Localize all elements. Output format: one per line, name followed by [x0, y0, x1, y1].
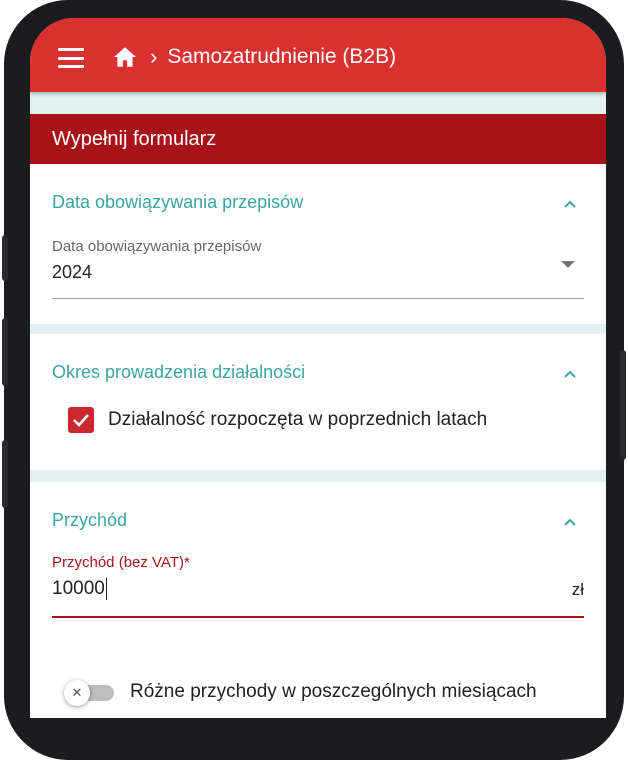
breadcrumb-separator: › — [150, 44, 158, 69]
dropdown-arrow-icon[interactable] — [560, 258, 576, 270]
phone-side-button — [2, 235, 8, 281]
regulations-field-label: Data obowiązywania przepisów — [52, 238, 262, 255]
phone-side-button — [2, 318, 8, 386]
previous-years-checkbox[interactable] — [68, 407, 94, 433]
monthly-income-toggle-label[interactable]: Różne przychody w poszczególnych miesiąc… — [130, 681, 537, 703]
phone-frame: › Samozatrudnienie (B2B) Wypełnij formul… — [2, 0, 626, 760]
income-input-value: 10000 — [52, 578, 105, 600]
hamburger-menu-icon[interactable] — [58, 42, 84, 68]
phone-side-button — [2, 440, 8, 508]
toggle-off-icon[interactable]: ✕ — [64, 680, 90, 706]
income-field-label: Przychód (bez VAT)* — [52, 554, 190, 571]
regulations-section: Data obowiązywania przepisów Data obowią… — [30, 164, 606, 324]
chevron-up-icon[interactable] — [562, 514, 578, 530]
currency-unit: zł — [571, 580, 584, 599]
income-section-title[interactable]: Przychód — [52, 510, 127, 531]
regulations-field-underline — [52, 298, 584, 299]
previous-years-checkbox-label[interactable]: Działalność rozpoczęta w poprzednich lat… — [108, 409, 487, 431]
home-icon[interactable] — [112, 44, 138, 70]
regulations-select-value[interactable]: 2024 — [52, 262, 92, 283]
page-title: Samozatrudnienie (B2B) — [167, 45, 397, 68]
app-screen: › Samozatrudnienie (B2B) Wypełnij formul… — [30, 18, 606, 718]
regulations-section-title[interactable]: Data obowiązywania przepisów — [52, 192, 303, 213]
checkmark-icon — [73, 414, 89, 427]
phone-side-button — [620, 350, 626, 460]
activity-section: Okres prowadzenia działalności Działalno… — [30, 334, 606, 470]
toggle-glyph: ✕ — [71, 685, 83, 700]
income-field-underline — [52, 616, 584, 618]
text-cursor — [105, 578, 107, 600]
activity-section-title[interactable]: Okres prowadzenia działalności — [52, 362, 305, 383]
form-header-title: Wypełnij formularz — [52, 127, 217, 150]
chevron-up-icon[interactable] — [562, 366, 578, 382]
app-bar: › Samozatrudnienie (B2B) — [30, 18, 606, 92]
chevron-up-icon[interactable] — [562, 196, 578, 212]
income-section: Przychód Przychód (bez VAT)* 10000 zł ✕ … — [30, 482, 606, 718]
form-header: Wypełnij formularz — [30, 114, 606, 164]
income-input[interactable]: 10000 — [52, 578, 107, 600]
